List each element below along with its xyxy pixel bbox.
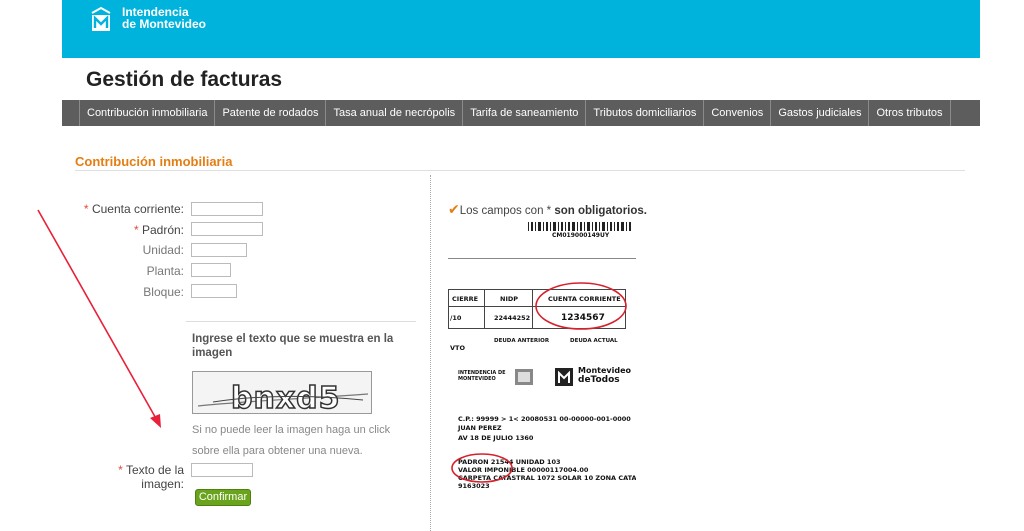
required-mark: * xyxy=(83,202,89,216)
nav-tarifa-saneamiento[interactable]: Tarifa de saneamiento xyxy=(463,100,587,126)
required-note-prefix: Los campos con * xyxy=(459,205,555,217)
cuenta-corriente-label-text: Cuenta corriente: xyxy=(91,202,184,216)
required-fields-note: ✔Los campos con * son obligatorios. xyxy=(448,201,647,218)
unidad-label: Unidad: xyxy=(142,243,184,257)
padron-label-text: Padrón: xyxy=(141,223,184,237)
nav-gastos-judiciales[interactable]: Gastos judiciales xyxy=(771,100,870,126)
required-note-bold: son obligatorios. xyxy=(554,205,647,217)
nav-tasa-necropolis[interactable]: Tasa anual de necrópolis xyxy=(326,100,464,126)
nav-tributos-domiciliarios[interactable]: Tributos domiciliarios xyxy=(586,100,705,126)
checkmark-icon: ✔ xyxy=(448,201,460,217)
section-divider xyxy=(75,170,965,171)
cuenta-corriente-label: * Cuenta corriente: xyxy=(74,202,184,216)
confirm-button[interactable]: Confirmar xyxy=(195,489,251,506)
unidad-input[interactable] xyxy=(191,243,247,257)
nav-patente-de-rodados[interactable]: Patente de rodados xyxy=(215,100,327,126)
captcha-help-line-1: Si no puede leer la imagen haga un click xyxy=(192,424,391,436)
captcha-field-label-text: Texto de la xyxy=(125,463,184,477)
annotation-arrow-icon xyxy=(37,209,161,428)
required-mark: * xyxy=(133,223,139,237)
padron-label: * Padrón: xyxy=(74,223,184,237)
bloque-label: Bloque: xyxy=(143,285,184,299)
required-mark: * xyxy=(118,463,123,477)
sample-bill-bottom: INTENDENCIA DE MONTEVIDEO Montevideo deT… xyxy=(448,360,636,498)
planta-label: Planta: xyxy=(146,264,184,278)
sample-bill-top: CM019000149UY CIERRE NIDP CUENTA CORRIEN… xyxy=(448,218,636,354)
captcha-field-label-line-2: imagen: xyxy=(141,477,184,491)
bloque-input[interactable] xyxy=(191,284,237,298)
nav-otros-tributos[interactable]: Otros tributos xyxy=(869,100,951,126)
column-divider xyxy=(430,175,431,531)
captcha-help-line-2: sobre ella para obtener una nueva. xyxy=(192,445,363,457)
captcha-field-label: * Texto de la imagen: xyxy=(74,463,184,491)
cuenta-corriente-input[interactable] xyxy=(191,202,263,216)
padron-highlight-ellipse-icon xyxy=(451,453,513,483)
padron-input[interactable] xyxy=(191,222,263,236)
captcha-image[interactable]: bnxd5 xyxy=(192,371,372,414)
planta-input[interactable] xyxy=(191,263,231,277)
captcha-heading: Ingrese el texto que se muestra en la im… xyxy=(192,333,394,359)
nav-convenios[interactable]: Convenios xyxy=(704,100,772,126)
captcha-field-label-line-1: * Texto de la xyxy=(74,463,184,477)
captcha-input[interactable] xyxy=(191,463,253,477)
form-separator xyxy=(186,321,416,322)
highlight-ellipse-icon xyxy=(535,282,627,330)
